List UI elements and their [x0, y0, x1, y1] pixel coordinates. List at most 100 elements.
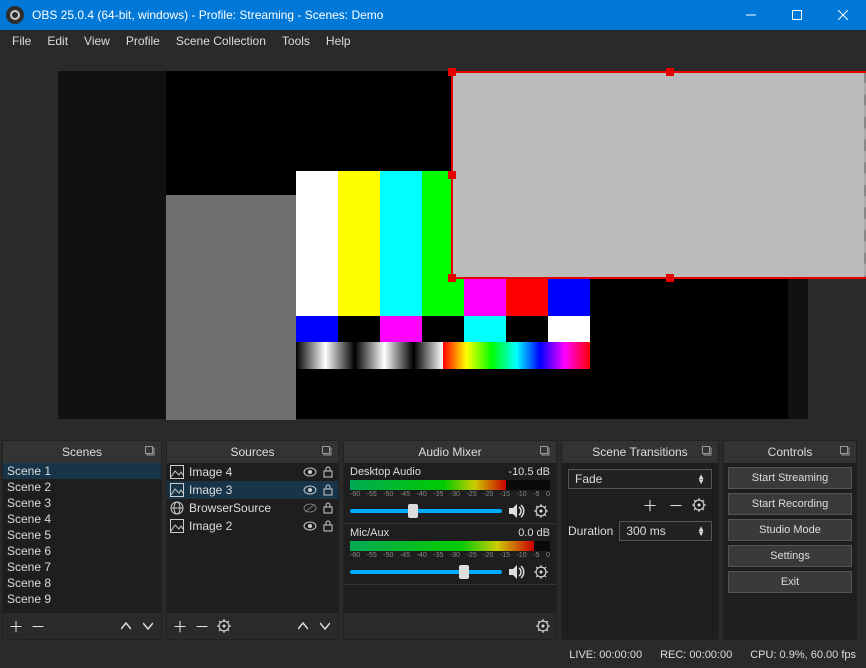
preview-area[interactable] [0, 52, 866, 438]
transition-properties-button[interactable] [692, 495, 712, 515]
advanced-audio-button[interactable] [532, 615, 554, 637]
audio-meter [350, 480, 550, 490]
popout-icon[interactable] [700, 444, 714, 458]
statusbar: LIVE: 00:00:00 REC: 00:00:00 CPU: 0.9%, … [0, 642, 866, 668]
start-recording-button[interactable]: Start Recording [728, 493, 852, 515]
move-scene-up-button[interactable] [115, 615, 137, 637]
gear-icon[interactable] [532, 563, 550, 581]
mixer-toolbar [344, 613, 556, 639]
menu-profile[interactable]: Profile [118, 31, 168, 51]
preview-backdrop [58, 71, 808, 419]
popout-icon[interactable] [320, 444, 334, 458]
popout-icon[interactable] [143, 444, 157, 458]
duration-value: 300 ms [626, 524, 665, 538]
scene-item[interactable]: Scene 4 [3, 511, 161, 527]
sources-toolbar: ＋ － [167, 613, 338, 639]
lock-icon[interactable] [320, 500, 336, 516]
volume-slider[interactable] [350, 570, 502, 574]
exit-button[interactable]: Exit [728, 571, 852, 593]
channel-level: 0.0 dB [518, 527, 550, 539]
sources-list[interactable]: Image 4 Image 3 BrowserSource Image 2 [167, 463, 338, 613]
controls-body: Start Streaming Start Recording Studio M… [724, 463, 856, 639]
resize-handle-bm[interactable] [666, 274, 674, 282]
menu-tools[interactable]: Tools [274, 31, 318, 51]
popout-icon[interactable] [838, 444, 852, 458]
scene-item[interactable]: Scene 7 [3, 559, 161, 575]
obs-app-icon [6, 6, 24, 24]
source-image-4-selected[interactable] [451, 71, 866, 279]
window-close-button[interactable] [820, 0, 866, 30]
resize-handle-tm[interactable] [666, 68, 674, 76]
remove-transition-button[interactable]: － [666, 495, 686, 515]
cpu-fps: CPU: 0.9%, 60.00 fps [750, 649, 856, 661]
visibility-icon[interactable] [302, 464, 318, 480]
move-scene-down-button[interactable] [137, 615, 159, 637]
remove-scene-button[interactable]: － [27, 615, 49, 637]
scenes-dock: Scenes Scene 1 Scene 2 Scene 3 Scene 4 S… [2, 440, 162, 640]
studio-mode-button[interactable]: Studio Mode [728, 519, 852, 541]
add-source-button[interactable]: ＋ [169, 615, 191, 637]
source-image-2[interactable] [166, 195, 296, 420]
gear-icon[interactable] [532, 502, 550, 520]
lock-icon[interactable] [320, 518, 336, 534]
move-source-up-button[interactable] [292, 615, 314, 637]
resize-handle-tl[interactable] [448, 68, 456, 76]
transitions-dock: Scene Transitions Fade ▲▼ ＋ － Duration 3… [561, 440, 719, 640]
source-name: Image 4 [189, 465, 298, 479]
resize-handle-bl[interactable] [448, 274, 456, 282]
source-row[interactable]: Image 2 [167, 517, 338, 535]
controls-header: Controls [724, 441, 856, 463]
lock-icon[interactable] [320, 464, 336, 480]
scene-item[interactable]: Scene 1 [3, 463, 161, 479]
source-properties-button[interactable] [213, 615, 235, 637]
move-source-down-button[interactable] [314, 615, 336, 637]
visibility-off-icon[interactable] [302, 500, 318, 516]
resize-handle-ml[interactable] [448, 171, 456, 179]
scene-item[interactable]: Scene 8 [3, 575, 161, 591]
scene-item[interactable]: Scene 9 [3, 591, 161, 607]
menu-scene-collection[interactable]: Scene Collection [168, 31, 274, 51]
scenes-list[interactable]: Scene 1 Scene 2 Scene 3 Scene 4 Scene 5 … [3, 463, 161, 613]
scene-item[interactable]: Scene 2 [3, 479, 161, 495]
menu-help[interactable]: Help [318, 31, 359, 51]
speaker-icon[interactable] [508, 502, 526, 520]
image-icon [169, 464, 185, 480]
remove-source-button[interactable]: － [191, 615, 213, 637]
popout-icon[interactable] [538, 444, 552, 458]
duration-spinner[interactable]: 300 ms ▲▼ [619, 521, 712, 541]
globe-icon [169, 500, 185, 516]
scene-item[interactable]: Scene 5 [3, 527, 161, 543]
source-row[interactable]: BrowserSource [167, 499, 338, 517]
source-row[interactable]: Image 3 [167, 481, 338, 499]
speaker-icon[interactable] [508, 563, 526, 581]
mixer-channel: Mic/Aux0.0 dB -60-55-50-45-40-35-30-25-2… [344, 524, 556, 585]
window-minimize-button[interactable] [728, 0, 774, 30]
db-ticks: -60-55-50-45-40-35-30-25-20-15-10-50 [350, 552, 550, 559]
controls-dock: Controls Start Streaming Start Recording… [723, 440, 857, 640]
preview-canvas[interactable] [166, 71, 788, 419]
scene-item[interactable]: Scene 3 [3, 495, 161, 511]
source-name: BrowserSource [189, 501, 298, 515]
source-row[interactable]: Image 4 [167, 463, 338, 481]
scene-item[interactable]: Scene 6 [3, 543, 161, 559]
visibility-icon[interactable] [302, 518, 318, 534]
add-scene-button[interactable]: ＋ [5, 615, 27, 637]
transition-select[interactable]: Fade ▲▼ [568, 469, 712, 489]
audio-meter [350, 541, 550, 551]
source-name: Image 2 [189, 519, 298, 533]
sources-dock: Sources Image 4 Image 3 BrowserSource I [166, 440, 339, 640]
transition-selected-label: Fade [575, 472, 602, 486]
menu-view[interactable]: View [76, 31, 118, 51]
visibility-icon[interactable] [302, 482, 318, 498]
volume-slider[interactable] [350, 509, 502, 513]
image-icon [169, 482, 185, 498]
audio-mixer-dock: Audio Mixer Desktop Audio-10.5 dB -60-55… [343, 440, 557, 640]
source-name: Image 3 [189, 483, 298, 497]
menu-file[interactable]: File [4, 31, 39, 51]
window-maximize-button[interactable] [774, 0, 820, 30]
start-streaming-button[interactable]: Start Streaming [728, 467, 852, 489]
settings-button[interactable]: Settings [728, 545, 852, 567]
menu-edit[interactable]: Edit [39, 31, 76, 51]
add-transition-button[interactable]: ＋ [640, 495, 660, 515]
lock-icon[interactable] [320, 482, 336, 498]
